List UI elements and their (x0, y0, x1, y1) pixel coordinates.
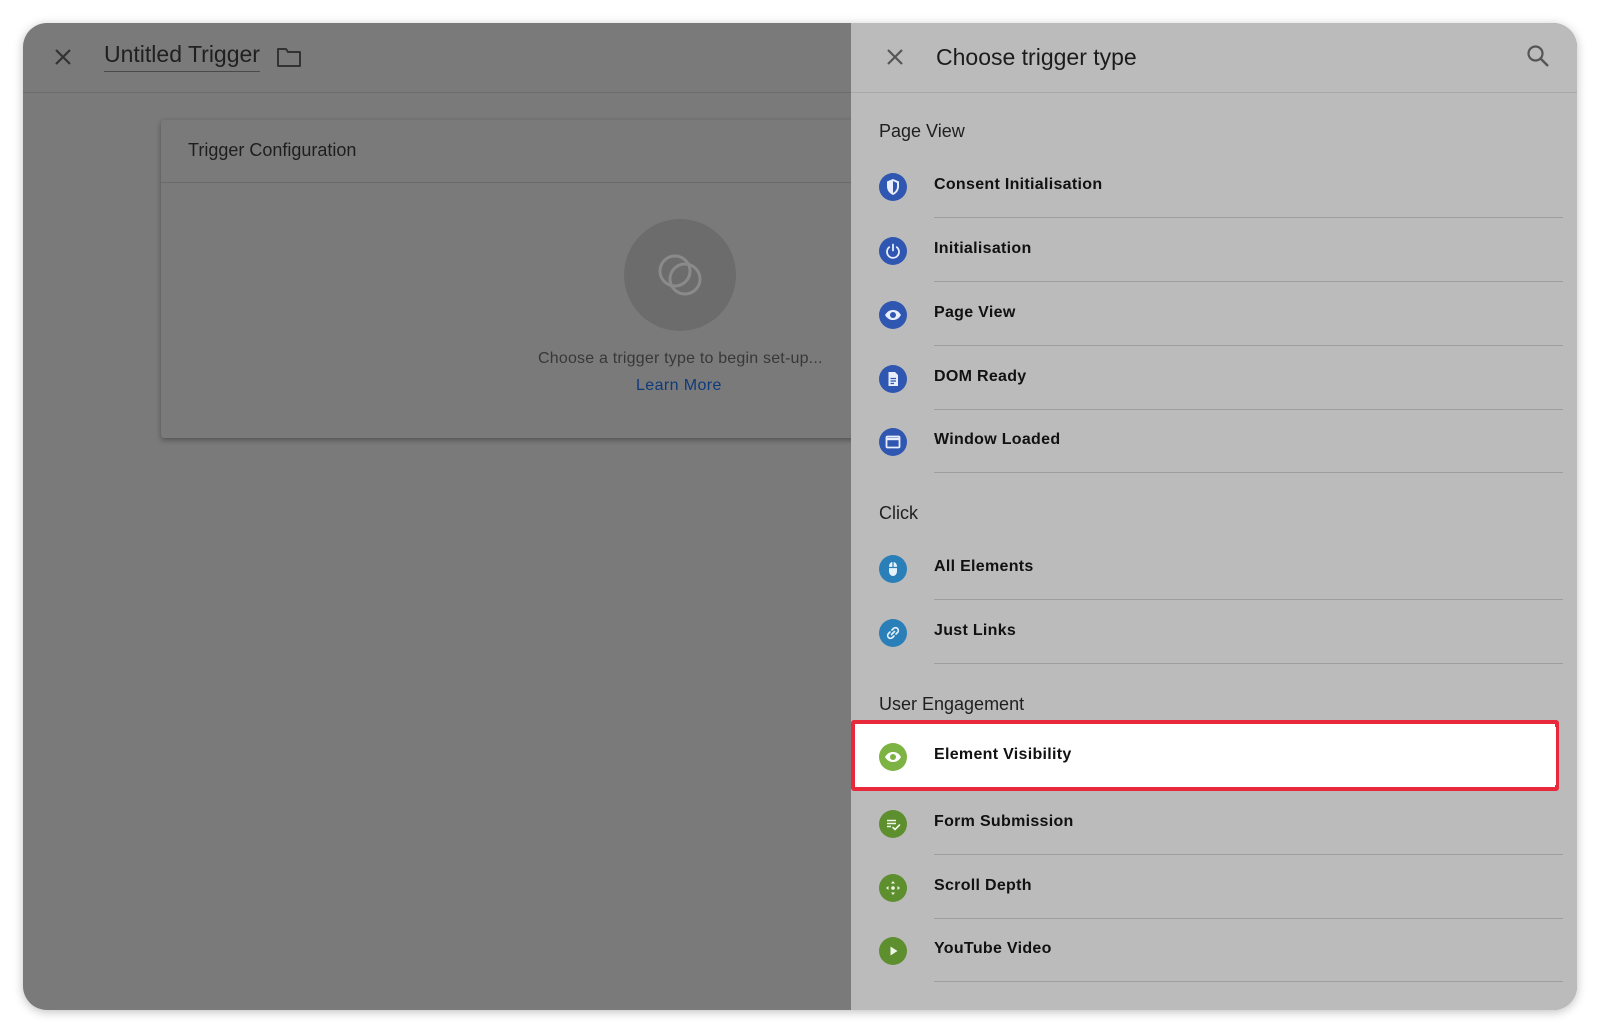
shield-icon (879, 173, 907, 201)
card-divider (161, 182, 861, 183)
form-check-icon (879, 810, 907, 838)
folder-icon[interactable] (276, 45, 302, 69)
panel-header: Choose trigger type (851, 23, 1577, 93)
move-icon (879, 874, 907, 902)
power-icon (879, 237, 907, 265)
trigger-placeholder-icon[interactable] (624, 219, 736, 331)
trigger-type-scroll-depth[interactable]: Scroll Depth (851, 855, 1563, 919)
row-divider (934, 663, 1563, 664)
trigger-type-label: YouTube Video (934, 940, 1052, 957)
trigger-type-label: Element Visibility (934, 746, 1072, 763)
trigger-type-label: All Elements (934, 558, 1034, 575)
trigger-type-label: Scroll Depth (934, 877, 1032, 894)
eye-icon (879, 743, 907, 771)
learn-more-link[interactable]: Learn More (636, 377, 722, 395)
section-label-page-view: Page View (879, 121, 965, 141)
trigger-editor-window: Untitled Trigger Trigger Configuration C… (23, 23, 1577, 1010)
panel-title: Choose trigger type (936, 44, 1137, 70)
close-icon[interactable] (881, 43, 909, 71)
trigger-type-label: Initialisation (934, 240, 1032, 257)
trigger-type-all-elements[interactable]: All Elements (851, 536, 1563, 600)
card-title: Trigger Configuration (188, 140, 357, 160)
trigger-type-label: Form Submission (934, 813, 1074, 830)
trigger-type-label: Just Links (934, 622, 1017, 639)
eye-icon (879, 301, 907, 329)
trigger-type-initialisation[interactable]: Initialisation (851, 218, 1563, 282)
row-divider (934, 981, 1563, 982)
trigger-type-window-loaded[interactable]: Window Loaded (851, 409, 1563, 473)
trigger-type-form-submission[interactable]: Form Submission (851, 791, 1563, 855)
section-label-click: Click (879, 503, 918, 523)
window-icon (879, 428, 907, 456)
trigger-configuration-card[interactable]: Trigger Configuration Choose a trigger t… (161, 120, 861, 438)
choose-trigger-type-panel: Choose trigger type Page View Consent In… (851, 23, 1577, 1010)
trigger-type-youtube-video[interactable]: YouTube Video (851, 918, 1563, 982)
trigger-type-dom-ready[interactable]: DOM Ready (851, 346, 1563, 410)
empty-state-text: Choose a trigger type to begin set-up... (538, 350, 823, 367)
trigger-type-consent-initialisation[interactable]: Consent Initialisation (851, 154, 1563, 218)
play-icon (879, 937, 907, 965)
overlap-circles-icon (658, 254, 702, 296)
mouse-icon (879, 555, 907, 583)
row-divider (934, 472, 1563, 473)
trigger-type-label: DOM Ready (934, 368, 1027, 385)
close-icon[interactable] (49, 43, 77, 71)
trigger-type-element-visibility[interactable]: Element Visibility (858, 727, 1556, 785)
trigger-editor-header: Untitled Trigger (23, 23, 851, 93)
section-label-user-engagement: User Engagement (879, 694, 1025, 714)
link-icon (879, 619, 907, 647)
trigger-type-label: Consent Initialisation (934, 176, 1103, 193)
trigger-type-page-view[interactable]: Page View (851, 282, 1563, 346)
trigger-type-label: Page View (934, 304, 1016, 321)
trigger-name-input[interactable]: Untitled Trigger (104, 41, 260, 72)
trigger-type-label: Window Loaded (934, 431, 1061, 448)
search-icon[interactable] (1525, 43, 1551, 69)
trigger-type-just-links[interactable]: Just Links (851, 600, 1563, 664)
document-icon (879, 365, 907, 393)
